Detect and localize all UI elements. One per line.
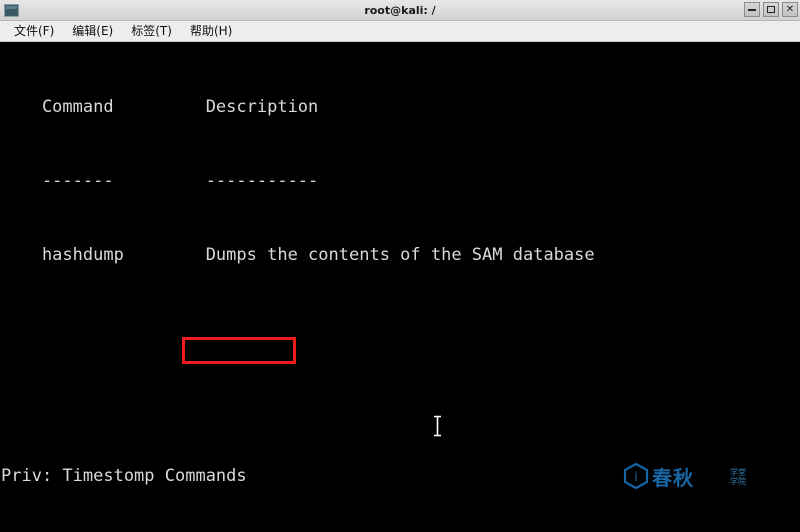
- close-button[interactable]: ✕: [782, 2, 798, 17]
- minimize-icon: [748, 8, 756, 11]
- maximize-button[interactable]: [763, 2, 779, 17]
- terminal-output-area[interactable]: Command Description ------- ----------- …: [0, 42, 800, 532]
- menu-help[interactable]: 帮助(H): [181, 22, 241, 41]
- menu-file[interactable]: 文件(F): [5, 22, 63, 41]
- window-controls: ✕: [744, 2, 798, 17]
- menu-bar: 文件(F) 编辑(E) 标签(T) 帮助(H): [0, 21, 800, 42]
- window-title: root@kali: /: [364, 3, 436, 17]
- terminal-icon: [4, 3, 19, 17]
- terminal-line: Priv: Timestomp Commands: [1, 466, 247, 487]
- menu-edit[interactable]: 编辑(E): [63, 22, 122, 41]
- terminal-line: ------- -----------: [1, 170, 319, 191]
- window-titlebar: root@kali: / ✕: [0, 0, 800, 21]
- minimize-button[interactable]: [744, 2, 760, 17]
- menu-tabs[interactable]: 标签(T): [122, 22, 181, 41]
- terminal-window: root@kali: / ✕ 文件(F) 编辑(E) 标签(T) 帮助(H) C…: [0, 0, 800, 532]
- terminal-line: Command Description: [1, 97, 319, 118]
- close-icon: ✕: [785, 3, 795, 15]
- maximize-icon: [767, 6, 775, 13]
- terminal-line: hashdump Dumps the contents of the SAM d…: [1, 244, 595, 265]
